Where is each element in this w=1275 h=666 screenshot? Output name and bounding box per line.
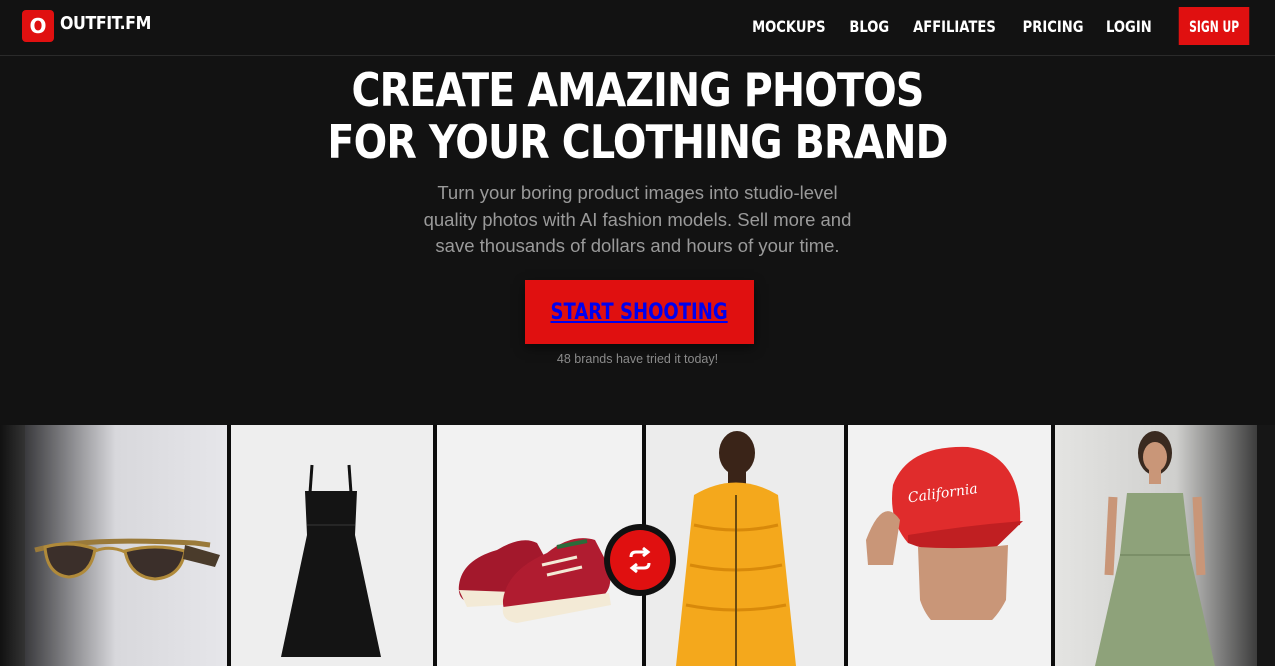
nav-link-blog[interactable]: BLOG xyxy=(849,17,889,36)
sunglasses-image xyxy=(25,425,227,666)
gallery-right-edge xyxy=(1257,425,1275,666)
top-navigation-bar: O OUTFIT.FM MOCKUPS BLOG AFFILIATES PRIC… xyxy=(0,0,1275,56)
red-california-cap-model: California xyxy=(848,425,1051,666)
main-nav: MOCKUPS BLOG AFFILIATES PRICING LOGIN SI… xyxy=(733,7,1257,45)
start-shooting-button[interactable]: START SHOOTING xyxy=(525,280,754,344)
nav-link-mockups[interactable]: MOCKUPS xyxy=(752,17,825,36)
nav-link-pricing[interactable]: PRICING xyxy=(1023,17,1084,36)
brands-tried-note: 48 brands have tried it today! xyxy=(556,352,719,366)
black-dress-image xyxy=(231,425,433,666)
brand-name[interactable]: OUTFIT.FM xyxy=(60,13,151,34)
start-shooting-label: START SHOOTING xyxy=(550,299,729,325)
hero-subtitle-line-2: quality photos with AI fashion models. S… xyxy=(423,208,852,230)
logo-icon[interactable]: O xyxy=(22,10,54,42)
swap-arrows-icon xyxy=(610,530,670,590)
yellow-puffer-jacket-model xyxy=(646,425,844,666)
green-dress-model xyxy=(1055,425,1257,666)
sign-up-label: SIGN UP xyxy=(1189,16,1239,36)
hero-subtitle-line-1: Turn your boring product images into stu… xyxy=(437,182,838,203)
hero-subtitle: Turn your boring product images into stu… xyxy=(0,180,1275,260)
nav-link-login[interactable]: LOGIN xyxy=(1106,17,1152,36)
sign-up-button[interactable]: SIGN UP xyxy=(1178,7,1250,45)
swap-toggle-button[interactable] xyxy=(604,524,676,596)
gallery-left-edge xyxy=(0,425,25,666)
nav-link-affiliates[interactable]: AFFILIATES xyxy=(913,17,996,36)
hero-title-line-1: CREATE AMAZING PHOTOS xyxy=(351,63,925,117)
hero-title: CREATE AMAZING PHOTOS FOR YOUR CLOTHING … xyxy=(0,64,1275,168)
hero-subtitle-line-3: save thousands of dollars and hours of y… xyxy=(435,235,840,256)
hero-title-line-2: FOR YOUR CLOTHING BRAND xyxy=(327,115,948,169)
